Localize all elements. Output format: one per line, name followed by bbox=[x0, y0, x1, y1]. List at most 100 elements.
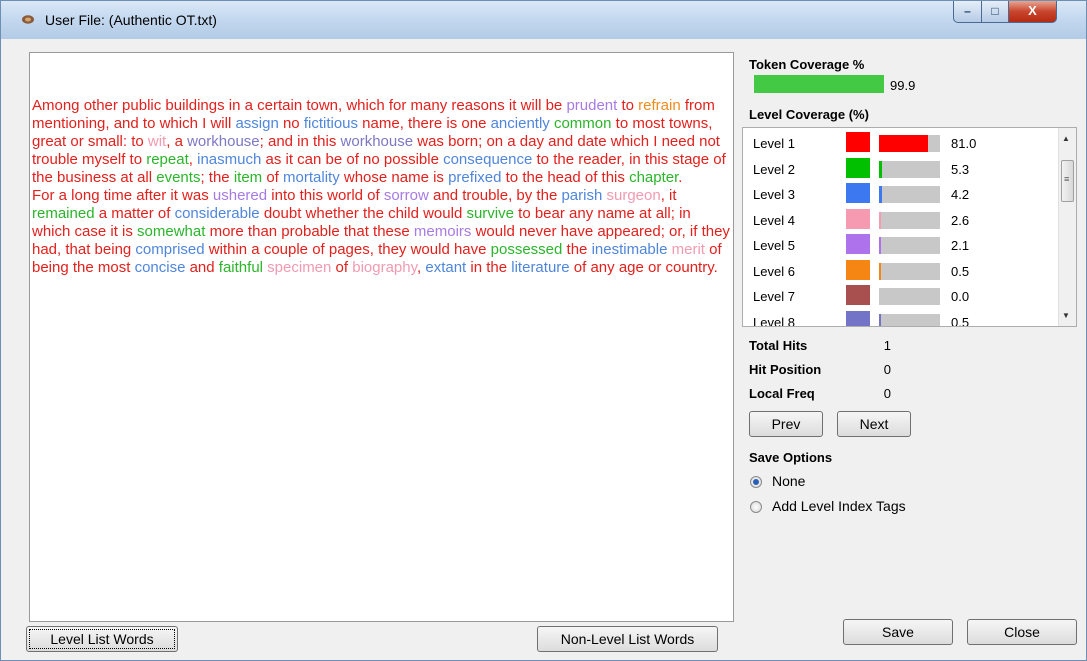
level-color-swatch bbox=[846, 183, 870, 203]
text-display-area[interactable]: Among other public buildings in a certai… bbox=[29, 52, 734, 622]
total-hits-value: 1 bbox=[883, 338, 891, 353]
client-area: Among other public buildings in a certai… bbox=[9, 39, 1077, 653]
text-segment: Among other public buildings in a certai… bbox=[32, 97, 567, 114]
level-color-swatch bbox=[846, 285, 870, 305]
level-row-8[interactable]: Level 8 0.5 bbox=[743, 309, 1057, 327]
level-coverage-bar bbox=[879, 237, 940, 254]
radio-add-level-index-tags[interactable] bbox=[750, 501, 762, 513]
text-segment: doubt whether the child would bbox=[259, 205, 467, 222]
text-segment: into this world of bbox=[267, 187, 384, 204]
level-coverage-list: Level 1 81.0 Level 2 5.3 Level 3 4.2 Level 4 2.… bbox=[742, 127, 1077, 327]
level-3-word: comprised bbox=[135, 241, 205, 258]
level-coverage-fill bbox=[879, 135, 929, 152]
save-button[interactable]: Save bbox=[843, 619, 953, 645]
level-name: Level 3 bbox=[753, 187, 795, 202]
level-4-word: wit bbox=[147, 133, 167, 150]
level-list-scrollbar[interactable]: ▲ ≡ ▼ bbox=[1058, 128, 1076, 326]
level-8-word: workhouse bbox=[187, 133, 260, 150]
level-2-word: repeat bbox=[146, 151, 189, 168]
text-segment: within a couple of pages, they would hav… bbox=[204, 241, 491, 258]
text-segment: as it can be of no possible bbox=[261, 151, 444, 168]
level-3-word: assign bbox=[235, 115, 279, 132]
close-window-button[interactable]: X bbox=[1009, 1, 1057, 23]
text-segment: ; and in this bbox=[259, 133, 341, 150]
level-row-4[interactable]: Level 4 2.6 bbox=[743, 207, 1057, 233]
level-4-word: biography bbox=[352, 259, 418, 276]
next-button[interactable]: Next bbox=[837, 411, 911, 437]
level-name: Level 8 bbox=[753, 314, 795, 327]
maximize-button[interactable]: □ bbox=[982, 1, 1009, 23]
level-coverage-value: 0.0 bbox=[951, 289, 970, 304]
level-color-swatch bbox=[846, 310, 870, 326]
level-coverage-bar bbox=[879, 135, 940, 152]
level-coverage-fill bbox=[879, 211, 881, 229]
level-3-word: inasmuch bbox=[197, 151, 262, 168]
prev-button[interactable]: Prev bbox=[749, 411, 823, 437]
title-bar: User File: (Authentic OT.txt) – □ X bbox=[1, 1, 1086, 39]
text-segment: a matter of bbox=[94, 205, 175, 222]
app-icon bbox=[22, 15, 34, 24]
radio-none[interactable] bbox=[750, 476, 762, 488]
token-coverage-fill bbox=[754, 75, 884, 93]
level-3-word: extant bbox=[425, 259, 467, 276]
maximize-icon: □ bbox=[991, 4, 999, 18]
level-2-word: events bbox=[156, 169, 201, 186]
text-segment: to the head of this bbox=[501, 169, 630, 186]
token-coverage-bar bbox=[754, 75, 884, 93]
scroll-thumb[interactable]: ≡ bbox=[1061, 160, 1074, 202]
level-3-word: inestimable bbox=[591, 241, 668, 258]
level-4-word: specimen bbox=[267, 259, 332, 276]
text-segment: to bbox=[617, 97, 639, 114]
window-title: User File: (Authentic OT.txt) bbox=[45, 12, 217, 28]
hit-position-label: Hit Position bbox=[749, 362, 822, 377]
radio-none-label[interactable]: None bbox=[772, 473, 805, 489]
level-3-word: prefixed bbox=[448, 169, 502, 186]
level-3-word: concise bbox=[134, 259, 186, 276]
text-segment: . bbox=[678, 169, 683, 186]
level-6-word: refrain bbox=[638, 97, 681, 114]
level-3-word: literature bbox=[511, 259, 570, 276]
text-segment: of bbox=[262, 169, 284, 186]
close-button[interactable]: Close bbox=[967, 619, 1077, 645]
text-segment: more than probable that these bbox=[205, 223, 414, 240]
paragraph-2: For a long time after it was ushered int… bbox=[32, 187, 732, 277]
text-segment: the bbox=[562, 241, 592, 258]
level-row-5[interactable]: Level 5 2.1 bbox=[743, 232, 1057, 258]
level-coverage-fill bbox=[879, 313, 881, 326]
level-4-word: merit bbox=[671, 241, 705, 258]
level-5-word: memoirs bbox=[413, 223, 472, 240]
local-freq-label: Local Freq bbox=[749, 386, 815, 401]
radio-add-level-index-tags-label[interactable]: Add Level Index Tags bbox=[772, 498, 906, 514]
level-3-word: considerable bbox=[174, 205, 260, 222]
level-row-3[interactable]: Level 3 4.2 bbox=[743, 181, 1057, 207]
level-coverage-bar bbox=[879, 186, 940, 203]
level-coverage-bar bbox=[879, 160, 940, 178]
level-row-6[interactable]: Level 6 0.5 bbox=[743, 258, 1057, 284]
level-row-1[interactable]: Level 1 81.0 bbox=[743, 130, 1057, 156]
scroll-up-icon[interactable]: ▲ bbox=[1062, 134, 1070, 143]
level-coverage-bar bbox=[879, 262, 940, 280]
level-name: Level 7 bbox=[753, 289, 795, 304]
level-3-word: consequence bbox=[443, 151, 533, 168]
level-coverage-value: 0.5 bbox=[951, 263, 970, 279]
level-list-words-button[interactable]: Level List Words bbox=[26, 626, 178, 652]
level-3-word: mortality bbox=[283, 169, 340, 186]
level-name: Level 5 bbox=[753, 238, 795, 253]
level-coverage-fill bbox=[879, 262, 881, 280]
level-coverage-value: 4.2 bbox=[951, 187, 970, 202]
scroll-down-icon[interactable]: ▼ bbox=[1062, 311, 1070, 320]
paragraph-1: Among other public buildings in a certai… bbox=[32, 97, 732, 187]
level-5-word: ushered bbox=[212, 187, 268, 204]
minimize-button[interactable]: – bbox=[953, 1, 982, 23]
non-level-list-words-button[interactable]: Non-Level List Words bbox=[537, 626, 718, 652]
text-segment: , a bbox=[166, 133, 188, 150]
level-row-7[interactable]: Level 7 0.0 bbox=[743, 283, 1057, 309]
level-color-swatch bbox=[846, 259, 870, 280]
level-row-2[interactable]: Level 2 5.3 bbox=[743, 156, 1057, 182]
level-5-word: prudent bbox=[566, 97, 618, 114]
text-segment: ; the bbox=[200, 169, 234, 186]
hit-position-value: 0 bbox=[883, 362, 891, 377]
level-2-word: possessed bbox=[490, 241, 563, 258]
level-name: Level 4 bbox=[753, 212, 795, 228]
level-2-word: item bbox=[233, 169, 263, 186]
